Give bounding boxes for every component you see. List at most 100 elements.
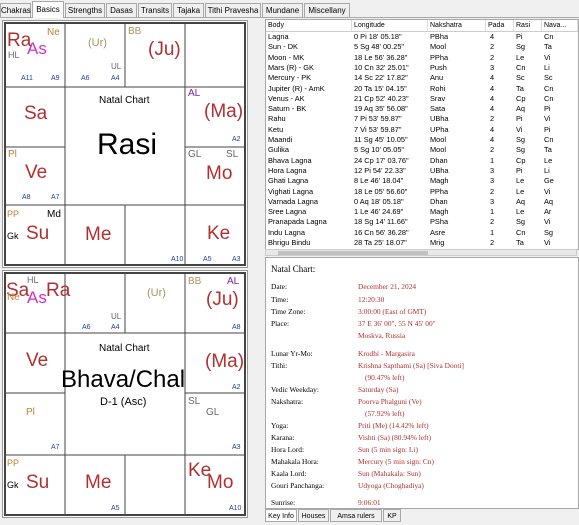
tab-key-info[interactable]: Key Info	[265, 509, 297, 522]
table-cell: Indu Lagna	[268, 227, 305, 237]
table-row[interactable]: Ghati Lagna 8 Le 46' 18.04" Magh 3 Le Ge	[266, 176, 578, 186]
table-cell: Ta	[516, 238, 524, 247]
key-info-value: Mercury (5 min sign: Cn)	[358, 457, 434, 466]
table-cell: Vi	[516, 124, 523, 134]
table-row[interactable]: Varnada Lagna 0 Aq 18' 05.18" Dhan 3 Aq Aq	[266, 197, 578, 207]
table-row[interactable]: Ketu 7 Vi 53' 59.87" UPha 4 Vi Pi	[266, 125, 578, 135]
table-cell: 4	[490, 32, 495, 41]
column-header-rasi[interactable]: Rasi	[514, 20, 542, 32]
table-cell: PPha	[430, 52, 449, 62]
tab-amsa-rulers[interactable]: Amsa rulers	[330, 509, 382, 522]
table-row[interactable]: Venus - AK 21 Cp 52' 40.23" Srav 4 Cp Cn	[266, 94, 578, 104]
scrollbar-thumb[interactable]	[278, 251, 428, 255]
tab-houses[interactable]: Houses	[298, 509, 329, 522]
table-cell: 20 Ta 15' 04.15"	[354, 83, 407, 93]
table-cell: 2	[490, 186, 495, 196]
table-row[interactable]: Saturn - BK 19 Aq 35' 56.08" Sata 4 Aq Pi	[266, 104, 578, 114]
key-info-value: 3:00:00 (East of GMT)	[358, 307, 427, 316]
table-cell: Ge	[544, 176, 554, 186]
column-header-pada[interactable]: Pada	[486, 20, 514, 32]
gulika-label: Gk	[7, 480, 19, 490]
table-cell: Sg	[516, 217, 526, 227]
tab-tithi-pravesha[interactable]: Tithi Pravesha	[205, 3, 261, 17]
planet-mars: (Ma)	[204, 101, 244, 122]
key-info-label: Hora Lord:	[271, 445, 305, 454]
table-row[interactable]: Pranapada Lagna 18 Sg 14' 11.66" PSha 2 Sg Vi	[266, 217, 578, 227]
tab-tajaka[interactable]: Tajaka	[173, 3, 204, 17]
tab-basics[interactable]: Basics	[32, 1, 64, 18]
table-cell: 3	[490, 165, 495, 175]
arudha-label: A5	[111, 505, 120, 512]
table-cell: 1	[490, 207, 495, 217]
pranapada-label: PP	[7, 209, 20, 219]
pranapada-label: PP	[7, 458, 20, 468]
table-row[interactable]: Jupiter (R) - AmK 20 Ta 15' 04.15" Rohi 4 Ta…	[266, 84, 578, 94]
key-info-value: Vishti (Sa) (80.94% left)	[358, 433, 432, 442]
tab-dasas[interactable]: Dasas	[106, 3, 137, 17]
table-row[interactable]: Hora Lagna 12 Pi 54' 22.33" UBha 3 Pi Li	[266, 166, 578, 176]
table-cell: Vi	[544, 114, 551, 124]
arudha-label: A7	[51, 444, 60, 451]
table-cell: Sg	[516, 145, 526, 155]
table-row[interactable]: Mars (R) - GK 10 Cn 32' 25.01" Push 3 Cn Li	[266, 63, 578, 73]
table-cell: 3	[490, 176, 495, 186]
hora-lagna-label: HL	[27, 275, 39, 285]
tab-mundane[interactable]: Mundane	[262, 3, 303, 17]
table-cell: Cn	[516, 62, 526, 72]
planet-jupiter: (Ju)	[148, 39, 181, 60]
column-header-longitude[interactable]: Longitude	[352, 20, 428, 32]
arudha-label: A4	[111, 75, 120, 82]
column-header-body[interactable]: Body	[266, 20, 352, 32]
table-row[interactable]: Lagna 0 Pi 18' 05.18" PBha 4 Pi Cn	[266, 32, 578, 42]
table-cell: Li	[544, 165, 550, 175]
table-cell: Sg	[516, 135, 526, 144]
table-cell: Sc	[544, 73, 553, 83]
key-info-heading: Natal Chart:	[271, 264, 316, 274]
table-cell: Maandi	[268, 135, 293, 144]
table-cell: Pi	[516, 32, 523, 41]
table-row[interactable]: Sun - DK 5 Sg 48' 00.25" Mool 2 Sg Ta	[266, 42, 578, 52]
table-cell: Aq	[516, 104, 526, 114]
tab-strengths[interactable]: Strengths	[65, 3, 105, 17]
table-cell: 1 Le 46' 24.69"	[354, 207, 404, 217]
table-row[interactable]: Gulika 5 Sg 10' 05.05" Mool 2 Sg Ta	[266, 145, 578, 155]
key-info-label: Lunar Yr-Mo:	[271, 349, 313, 358]
planet-positions-table[interactable]: Body Longitude Nakshatra Pada Rasi Nava.…	[265, 19, 579, 250]
tab-chakras[interactable]: Chakras	[0, 3, 31, 17]
bhava-chart[interactable]: Sa Ra As HL Ne (Ur) A6 A4 UL BB AL (Ju) …	[2, 270, 248, 518]
planet-mercury: Me	[85, 472, 112, 493]
table-cell: UBha	[430, 114, 449, 124]
table-cell: Rahu	[268, 114, 286, 124]
table-row[interactable]: Vighati Lagna 18 Le 05' 56.60" PPha 2 Le Vi	[266, 187, 578, 197]
tab-miscellany[interactable]: Miscellany	[304, 3, 350, 17]
table-row[interactable]: Moon - MK 18 Le 56' 36.28" PPha 2 Le Vi	[266, 53, 578, 63]
horizontal-scrollbar[interactable]	[265, 249, 577, 256]
table-cell: Pi	[516, 165, 523, 175]
table-row[interactable]: Bhrigu Bindu 28 Ta 25' 18.07" Mrig 2 Ta Vi	[266, 238, 578, 248]
key-info-value: (90.47% left)	[365, 373, 405, 382]
table-cell: Le	[516, 207, 525, 217]
arudha-label: A6	[82, 324, 91, 331]
table-cell: 0 Pi 18' 05.18"	[354, 32, 402, 41]
key-info-label: Gouri Panchanga:	[271, 481, 325, 490]
column-header-nakshatra[interactable]: Nakshatra	[428, 20, 486, 32]
arudha-label: A4	[111, 324, 120, 331]
rasi-chart[interactable]: Ra As Ne HL A11 A9 (Ur) A6 A4 UL BB (Ju)…	[2, 20, 248, 268]
table-row[interactable]: Sree Lagna 1 Le 46' 24.69" Magh 1 Le Ar	[266, 207, 578, 217]
key-info-value: Krishna Sapthami (Sa) [Siva Dooti]	[358, 361, 464, 370]
column-header-navamsa[interactable]: Nava...	[542, 20, 578, 32]
table-row[interactable]: Bhava Lagna 24 Cp 17' 03.76" Dhan 1 Cp Le	[266, 156, 578, 166]
table-row[interactable]: Rahu 7 Pi 53' 59.87" UBha 2 Pi Vi	[266, 114, 578, 124]
key-info-value: Sun (5 min sign: Li)	[358, 445, 418, 454]
planet-saturn: Sa	[24, 103, 48, 124]
tab-kp[interactable]: KP	[383, 509, 401, 522]
key-info-label: Date:	[271, 282, 288, 291]
table-row[interactable]: Maandi 11 Sg 45' 10.05" Mool 4 Sg Cn	[266, 135, 578, 145]
planet-uranus: (Ur)	[147, 287, 166, 299]
table-row[interactable]: Indu Lagna 16 Cn 56' 36.28" Asre 1 Cn Sg	[266, 228, 578, 238]
table-cell: Jupiter (R) - AmK	[268, 83, 325, 93]
table-cell: Magh	[430, 207, 449, 217]
table-cell: Sc	[516, 73, 525, 83]
table-row[interactable]: Mercury - PK 14 Sc 22' 17.82" Anu 4 Sc Sc	[266, 73, 578, 83]
tab-transits[interactable]: Transits	[138, 3, 172, 17]
